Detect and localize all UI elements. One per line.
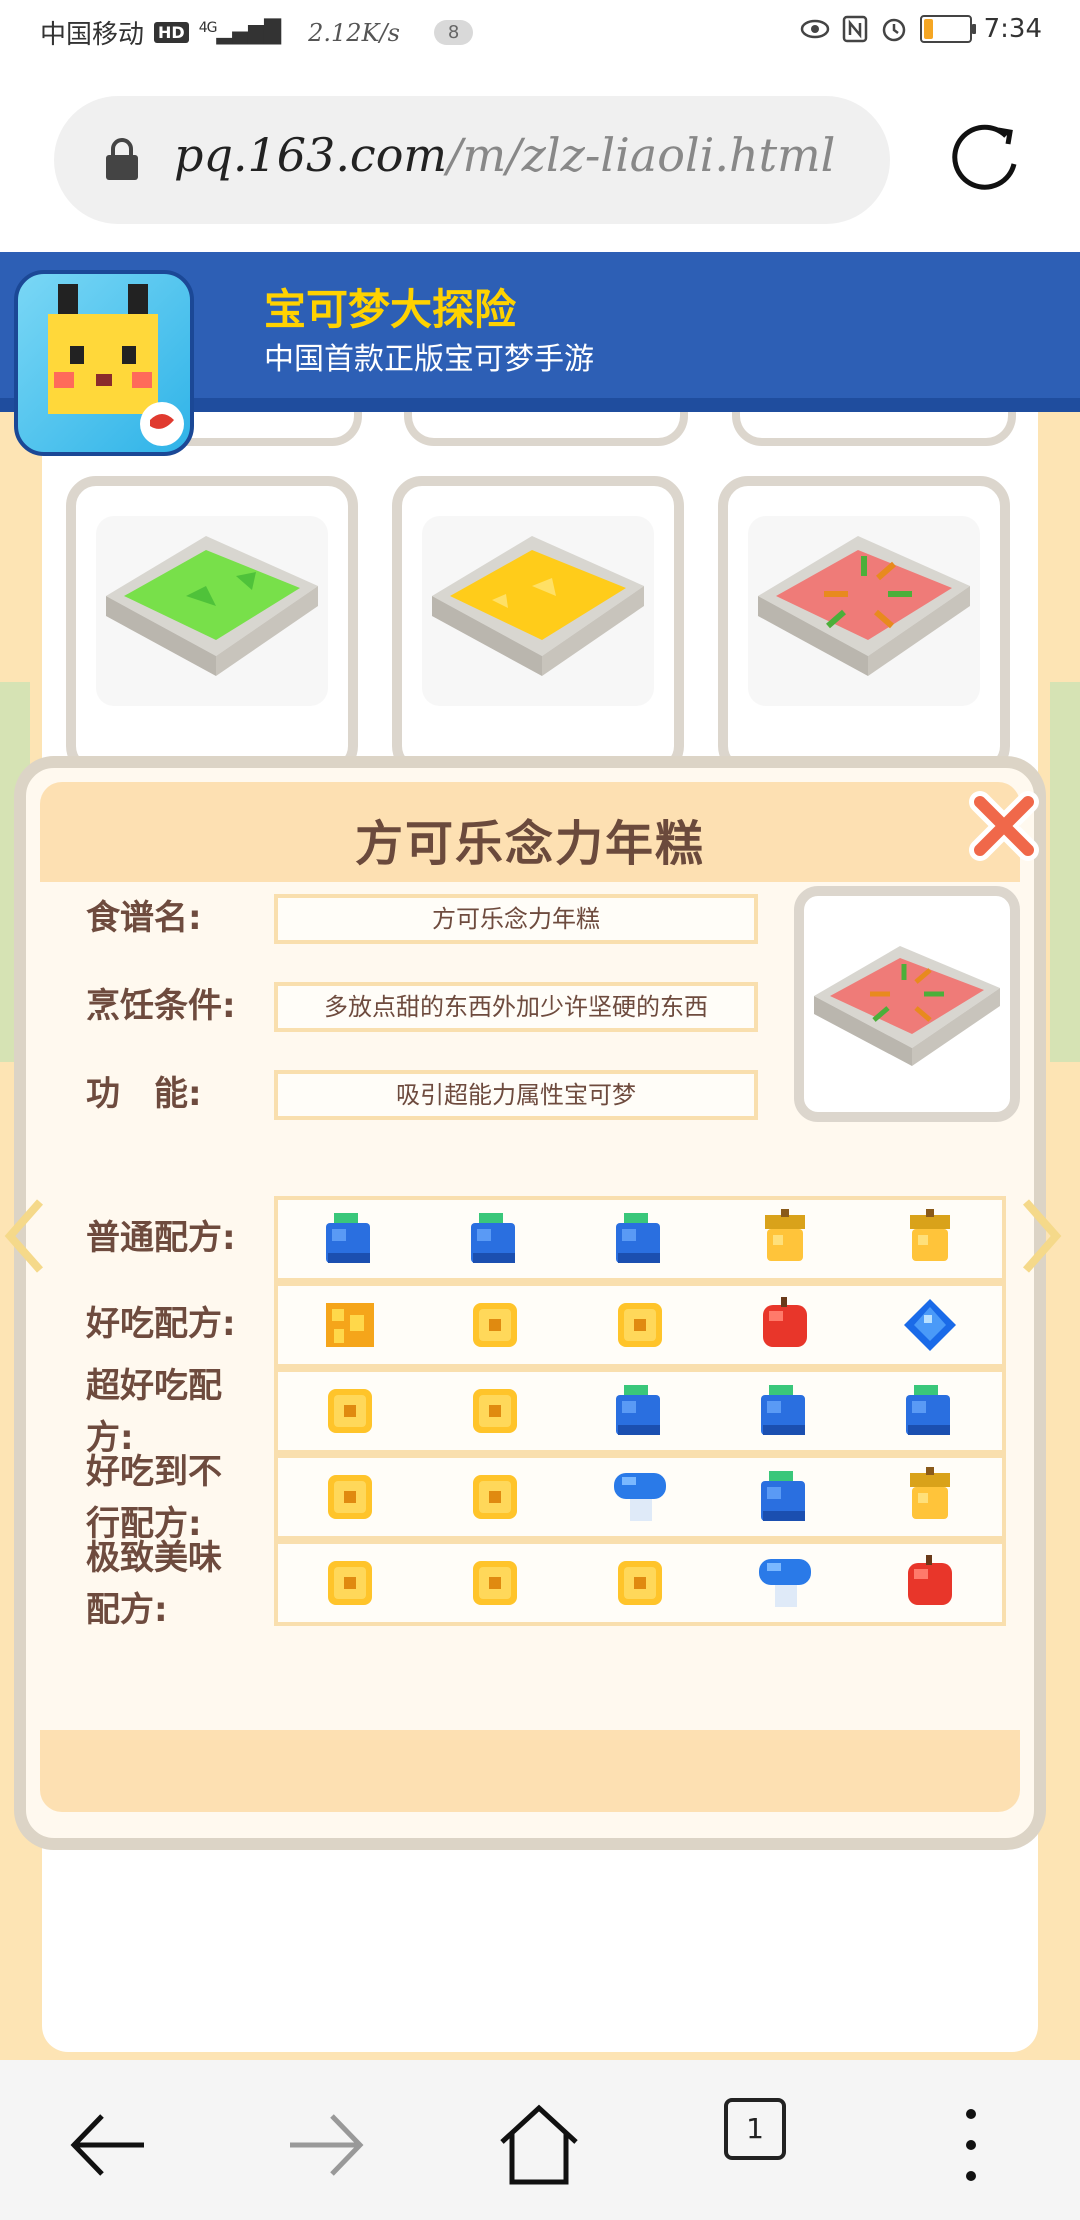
yellow-cube-icon <box>320 1553 380 1613</box>
blue-berry-icon <box>755 1467 815 1527</box>
modal-title-bar: 方可乐念力年糕 <box>40 782 1020 882</box>
yellow-cube-icon <box>465 1295 525 1355</box>
battery-icon <box>919 15 976 43</box>
formula-label: 好吃配方: <box>86 1298 236 1350</box>
function-value: 吸引超能力属性宝可梦 <box>274 1070 758 1120</box>
next-arrow-icon[interactable] <box>1020 1196 1064 1276</box>
carrier-name: 中国移动 <box>40 20 145 50</box>
field-label-cooking-condition: 烹饪条件: <box>86 986 236 1026</box>
green-stew-icon <box>106 536 318 676</box>
modal-title: 方可乐念力年糕 <box>354 816 705 872</box>
url-host: pq.163.com <box>174 128 448 182</box>
golden-acorn-icon <box>755 1209 815 1269</box>
cooking-condition-value: 多放点甜的东西外加少许坚硬的东西 <box>274 982 758 1032</box>
formula-label-line: 普通配方: <box>86 1218 236 1258</box>
pikachu-logo-icon <box>48 284 184 446</box>
recipe-detail-modal: 方可乐念力年糕 食谱名: 方可乐念力年糕 烹饪条件: 多放点甜的东西外加少许坚硬… <box>14 756 1046 1850</box>
yellow-cube-icon <box>610 1553 670 1613</box>
golden-acorn-icon <box>900 1467 960 1527</box>
recipe-preview-image <box>794 886 1020 1122</box>
red-stew-icon <box>758 536 970 676</box>
notification-count-badge: 8 <box>433 20 474 45</box>
blue-berry-icon <box>320 1209 380 1269</box>
recipe-card-red-soup[interactable] <box>718 476 1010 776</box>
yellow-cube-icon <box>465 1467 525 1527</box>
browser-toolbar: pq.163.com/m/zlz-liaoli.html <box>0 62 1080 252</box>
site-title[interactable]: 宝可梦大探险 <box>264 276 516 337</box>
url-text[interactable]: pq.163.com/m/zlz-liaoli.html <box>174 128 835 182</box>
modal-footer <box>40 1730 1020 1812</box>
close-icon[interactable] <box>966 788 1042 864</box>
formula-ingredients-row <box>274 1368 1006 1454</box>
formula-label-line: 好吃到不 <box>86 1452 222 1492</box>
recipe-card-yellow-soup[interactable] <box>392 476 684 776</box>
more-options-icon[interactable] <box>926 2100 1016 2190</box>
golden-acorn-icon <box>900 1209 960 1269</box>
nfc-icon <box>842 15 867 43</box>
honey-icon <box>320 1295 380 1355</box>
formula-ingredients-row <box>274 1196 1006 1282</box>
yellow-cube-icon <box>610 1295 670 1355</box>
blue-berry-icon <box>610 1381 670 1441</box>
reload-icon[interactable] <box>944 116 1028 200</box>
network-speed: 2.12K/s <box>308 18 400 47</box>
formula-label: 普通配方: <box>86 1212 236 1264</box>
recipe-card-green-soup[interactable] <box>66 476 358 776</box>
formula-label: 极致美味配方: <box>86 1532 222 1636</box>
yellow-cube-icon <box>320 1381 380 1441</box>
blue-mushroom-icon <box>610 1467 670 1527</box>
blue-berry-icon <box>610 1209 670 1269</box>
formula-label-line: 超好吃配 <box>86 1366 222 1406</box>
formula-ingredients-row <box>274 1540 1006 1626</box>
formula-ingredients-row <box>274 1282 1006 1368</box>
formula-label-line: 极致美味 <box>86 1538 222 1578</box>
field-label-recipe-name: 食谱名: <box>86 898 202 938</box>
eye-icon <box>800 19 829 39</box>
field-label-function: 功 能: <box>86 1074 202 1114</box>
blue-berry-icon <box>465 1209 525 1269</box>
clock-time: 7:34 <box>983 14 1042 44</box>
alarm-icon <box>882 18 905 42</box>
forward-arrow-icon[interactable] <box>280 2100 370 2190</box>
yellow-stew-icon <box>432 536 644 676</box>
lock-icon <box>106 138 138 180</box>
recipe-image <box>748 516 980 706</box>
back-arrow-icon[interactable] <box>64 2100 154 2190</box>
yellow-cube-icon <box>465 1553 525 1613</box>
formula-label-line: 好吃配方: <box>86 1304 236 1344</box>
recipe-image <box>422 516 654 706</box>
blue-mushroom-icon <box>755 1553 815 1613</box>
previous-arrow-icon[interactable] <box>2 1196 46 1276</box>
blue-berry-icon <box>900 1381 960 1441</box>
yellow-cube-icon <box>465 1381 525 1441</box>
formula-label-line: 配方: <box>86 1590 168 1630</box>
blue-berry-icon <box>755 1381 815 1441</box>
status-bar: 中国移动 HD 4G▂▄▆█ 2.12K/s 8 7:34 <box>0 0 1080 62</box>
recipe-image <box>96 516 328 706</box>
site-subtitle: 中国首款正版宝可梦手游 <box>264 342 594 377</box>
recipe-name-value: 方可乐念力年糕 <box>274 894 758 944</box>
hd-badge: HD <box>154 22 189 43</box>
home-icon[interactable] <box>494 2100 584 2190</box>
signal-icon: 4G▂▄▆█ <box>198 20 281 45</box>
yellow-cube-icon <box>320 1467 380 1527</box>
browser-bottom-nav: 1 <box>0 2060 1080 2220</box>
tab-count-button[interactable]: 1 <box>724 2098 786 2160</box>
red-apple-icon <box>900 1553 960 1613</box>
app-logo[interactable] <box>14 270 194 456</box>
address-bar[interactable]: pq.163.com/m/zlz-liaoli.html <box>54 96 890 224</box>
url-path: /m/zlz-liaoli.html <box>447 128 836 182</box>
formula-ingredients-row <box>274 1454 1006 1540</box>
red-apple-icon <box>755 1295 815 1355</box>
red-stew-icon <box>814 946 1000 1066</box>
side-decoration <box>1050 682 1080 1062</box>
blue-crystal-icon <box>900 1295 960 1355</box>
